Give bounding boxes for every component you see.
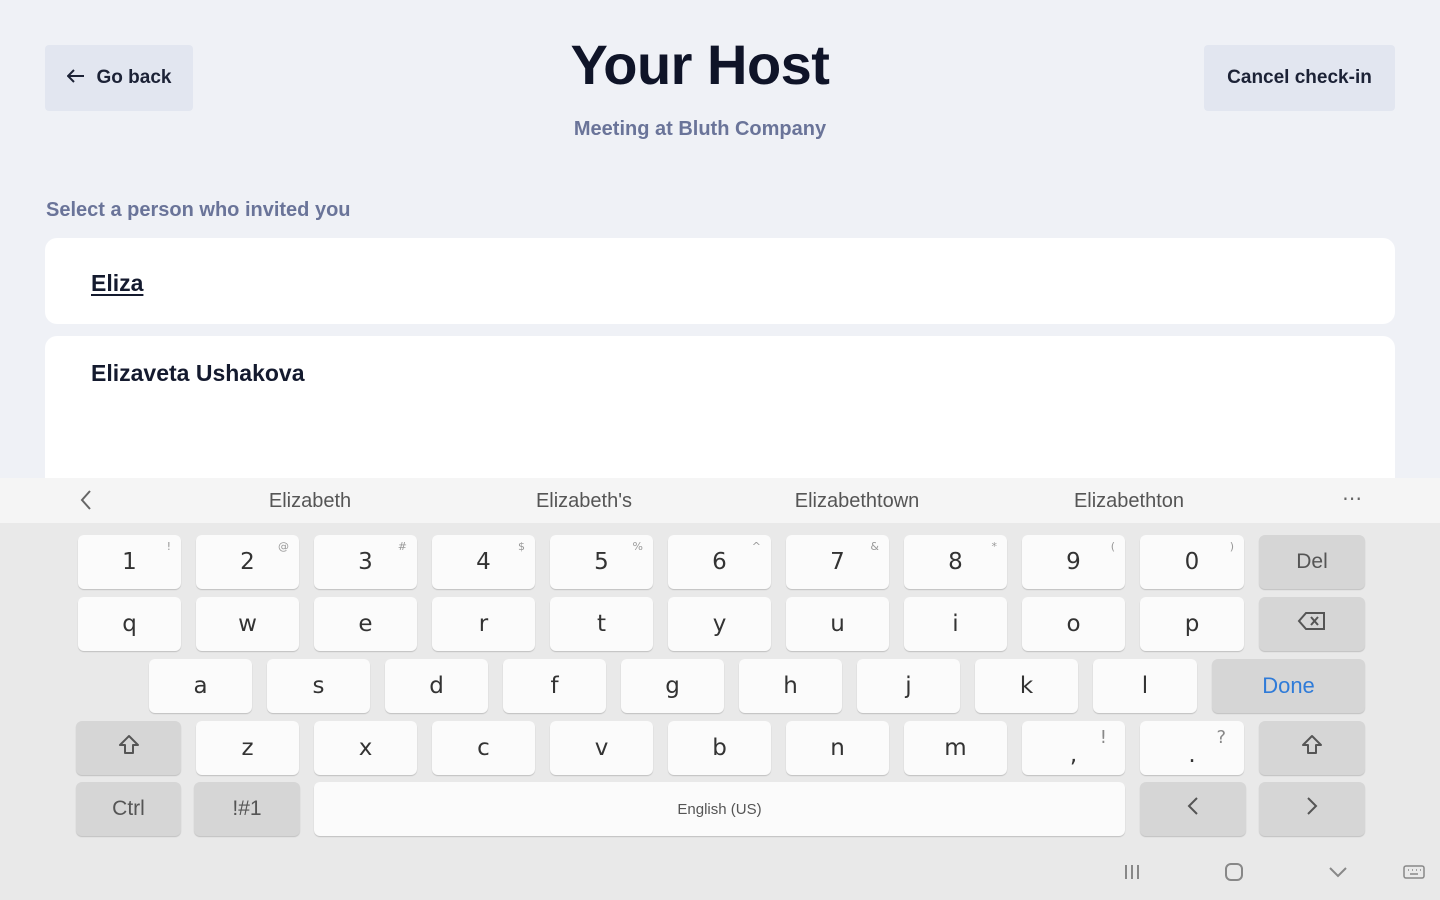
key-p[interactable]: p	[1140, 597, 1244, 651]
search-input-value: Eliza	[91, 270, 144, 296]
chevron-left-icon	[1186, 795, 1200, 823]
key-j[interactable]: j	[857, 659, 960, 713]
chevron-left-icon[interactable]	[78, 488, 94, 517]
suggestion-item[interactable]: Elizabethton	[1029, 490, 1229, 513]
ctrl-key[interactable]: Ctrl	[76, 782, 181, 836]
key-period[interactable]: .?	[1140, 721, 1244, 775]
shift-icon	[117, 733, 141, 763]
done-key[interactable]: Done	[1212, 659, 1365, 713]
key-e[interactable]: e	[314, 597, 417, 651]
key-c[interactable]: c	[432, 721, 535, 775]
space-key[interactable]: English (US)	[314, 782, 1125, 836]
key-l[interactable]: l	[1093, 659, 1197, 713]
key-y[interactable]: y	[668, 597, 771, 651]
symbols-key[interactable]: !#1	[194, 782, 300, 836]
key-z[interactable]: z	[196, 721, 299, 775]
hide-keyboard-icon[interactable]	[1328, 862, 1348, 887]
key-d[interactable]: d	[385, 659, 488, 713]
host-search-input[interactable]: Eliza	[45, 238, 1395, 324]
key-k[interactable]: k	[975, 659, 1078, 713]
result-item-label: Elizaveta Ushakova	[91, 360, 305, 386]
keyboard-icon[interactable]	[1402, 862, 1426, 887]
shift-key-left[interactable]	[76, 721, 181, 775]
chevron-right-icon	[1305, 795, 1319, 823]
cursor-left-key[interactable]	[1140, 782, 1246, 836]
key-s[interactable]: s	[267, 659, 370, 713]
key-2[interactable]: 2 @	[196, 535, 299, 589]
key-v[interactable]: v	[550, 721, 653, 775]
suggestion-item[interactable]: Elizabethtown	[757, 490, 957, 513]
key-t[interactable]: t	[550, 597, 653, 651]
key-g[interactable]: g	[621, 659, 724, 713]
suggestion-item[interactable]: Elizabeth	[210, 490, 410, 513]
key-9[interactable]: 9(	[1022, 535, 1125, 589]
key-5[interactable]: 5%	[550, 535, 653, 589]
host-select-prompt: Select a person who invited you	[46, 199, 351, 221]
key-u[interactable]: u	[786, 597, 889, 651]
home-icon[interactable]	[1224, 862, 1244, 887]
shift-icon	[1300, 733, 1324, 763]
key-w[interactable]: w	[196, 597, 299, 651]
backspace-icon	[1297, 611, 1327, 637]
key-b[interactable]: b	[668, 721, 771, 775]
key-1[interactable]: 1!	[78, 535, 181, 589]
key-8[interactable]: 8 *	[904, 535, 1007, 589]
key-x[interactable]: x	[314, 721, 417, 775]
shift-key-right[interactable]	[1259, 721, 1365, 775]
key-3[interactable]: 3 #	[314, 535, 417, 589]
key-m[interactable]: m	[904, 721, 1007, 775]
key-0[interactable]: 0)	[1140, 535, 1244, 589]
delete-key[interactable]: Del	[1259, 535, 1365, 589]
key-o[interactable]: o	[1022, 597, 1125, 651]
key-n[interactable]: n	[786, 721, 889, 775]
backspace-key[interactable]	[1259, 597, 1365, 651]
recent-apps-icon[interactable]	[1122, 862, 1142, 887]
page-title: Your Host	[570, 33, 830, 96]
key-h[interactable]: h	[739, 659, 842, 713]
key-i[interactable]: i	[904, 597, 1007, 651]
more-options-icon[interactable]: ⋯	[1342, 486, 1362, 511]
key-comma[interactable]: ,!	[1022, 721, 1125, 775]
key-q[interactable]: q	[78, 597, 181, 651]
cancel-check-in-button[interactable]: Cancel check-in	[1204, 45, 1395, 111]
key-7[interactable]: 7 &	[786, 535, 889, 589]
page-subtitle: Meeting at Bluth Company	[573, 118, 827, 140]
key-4[interactable]: 4 $	[432, 535, 535, 589]
keyboard-suggestion-bar: Elizabeth Elizabeth's Elizabethtown Eliz…	[0, 478, 1440, 523]
key-f[interactable]: f	[503, 659, 606, 713]
key-6[interactable]: 6 ^	[668, 535, 771, 589]
key-r[interactable]: r	[432, 597, 535, 651]
suggestion-item[interactable]: Elizabeth's	[484, 490, 684, 513]
key-a[interactable]: a	[149, 659, 252, 713]
cancel-label: Cancel check-in	[1227, 67, 1372, 88]
cursor-right-key[interactable]	[1259, 782, 1365, 836]
